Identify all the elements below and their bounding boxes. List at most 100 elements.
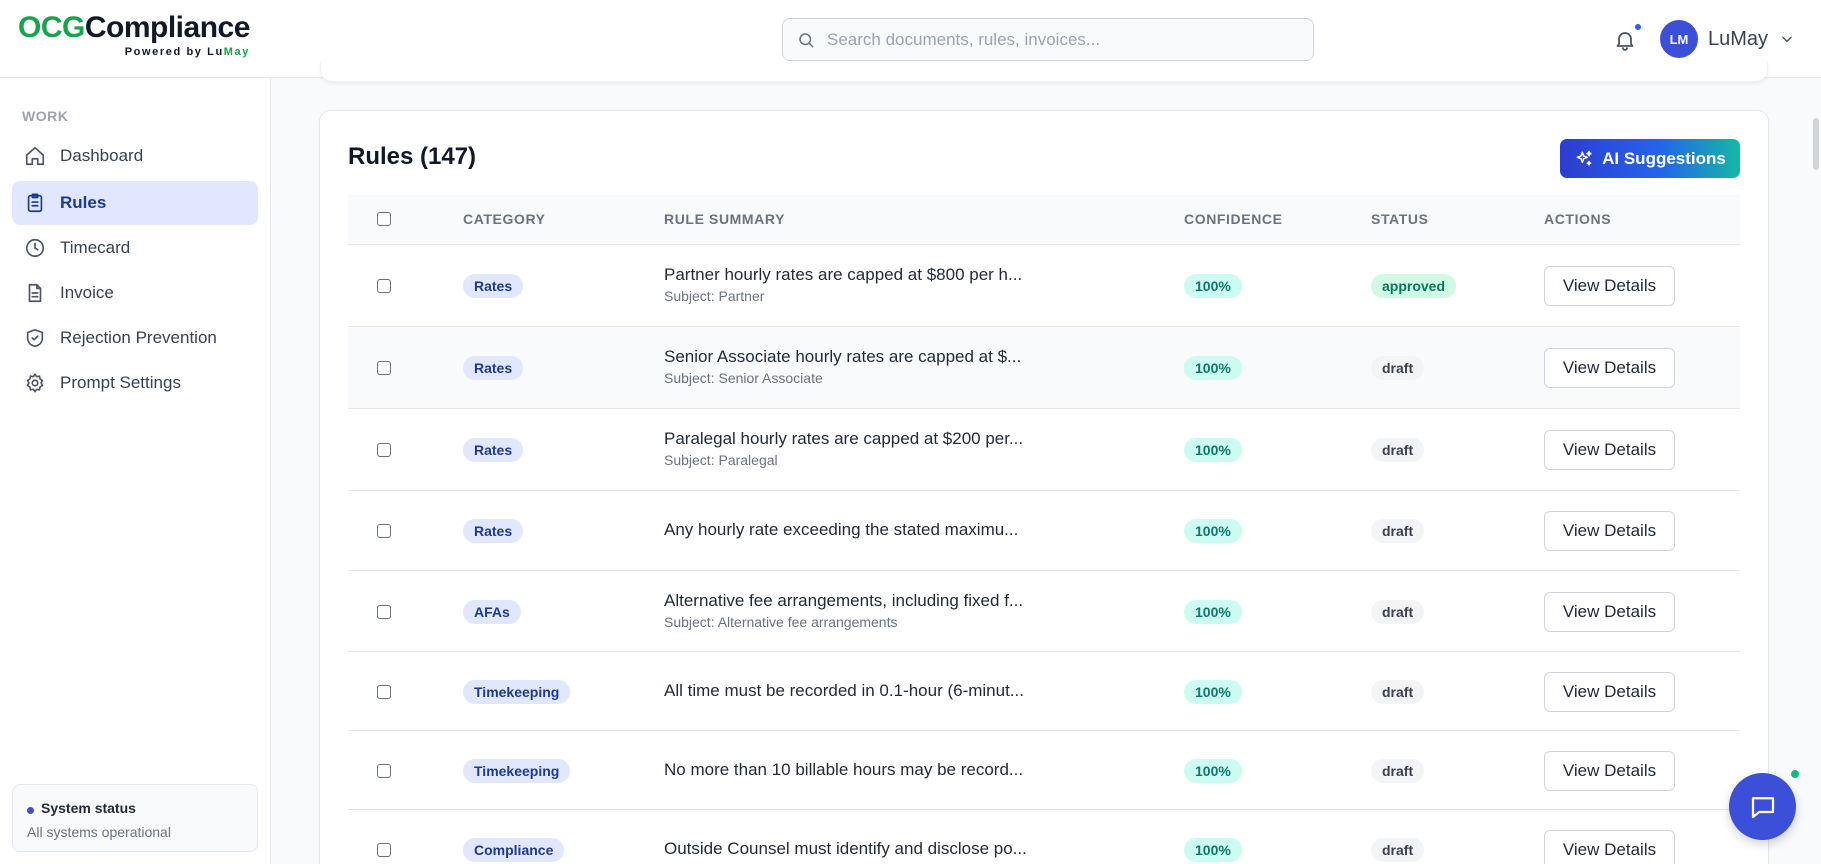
username[interactable]: LuMay bbox=[1708, 28, 1768, 51]
sidebar-item-label: Dashboard bbox=[60, 146, 144, 165]
sidebar: WORK Dashboard Rules Timecard Invoice Re… bbox=[0, 78, 271, 864]
view-details-button[interactable]: View Details bbox=[1544, 591, 1675, 632]
sidebar-item-label: Timecard bbox=[60, 238, 131, 257]
row-checkbox[interactable] bbox=[377, 843, 391, 857]
row-checkbox[interactable] bbox=[377, 443, 391, 457]
system-status-card: System status All systems operational bbox=[12, 784, 258, 852]
table-row[interactable]: Rates Paralegal hourly rates are capped a… bbox=[348, 409, 1740, 491]
column-header-status[interactable]: STATUS bbox=[1371, 211, 1429, 227]
status-badge: draft bbox=[1371, 519, 1425, 543]
rule-summary: All time must be recorded in 0.1-hour (6… bbox=[664, 681, 1084, 701]
table-row[interactable]: Compliance Outside Counsel must identify … bbox=[348, 810, 1740, 864]
shield-icon bbox=[26, 328, 44, 348]
rule-summary-text: Alternative fee arrangements, including … bbox=[664, 590, 1024, 610]
sidebar-item-label: Rules bbox=[60, 193, 107, 212]
sparkles-icon bbox=[1576, 150, 1592, 166]
row-checkbox[interactable] bbox=[377, 684, 391, 699]
rule-subject: Subject: Senior Associate bbox=[664, 370, 823, 386]
status-badge: draft bbox=[1371, 758, 1425, 783]
column-header-confidence[interactable]: CONFIDENCE bbox=[1184, 211, 1283, 227]
table-row[interactable]: Rates Senior Associate hourly rates are c… bbox=[348, 327, 1740, 409]
sidebar-item-label: Prompt Settings bbox=[60, 373, 181, 392]
row-checkbox[interactable] bbox=[377, 361, 391, 375]
ai-suggestions-label: AI Suggestions bbox=[1602, 148, 1726, 168]
rule-summary-text: Paralegal hourly rates are capped at $20… bbox=[664, 429, 1024, 448]
category-badge: AFAs bbox=[463, 599, 521, 624]
rule-subject: Subject: Partner bbox=[664, 288, 765, 304]
sidebar-item-label: Invoice bbox=[60, 283, 114, 302]
chevron-down-icon[interactable] bbox=[1780, 32, 1794, 46]
confidence-badge: 100% bbox=[1184, 438, 1242, 462]
rule-summary-text: Partner hourly rates are capped at $800 … bbox=[664, 265, 1023, 284]
rule-summary: Paralegal hourly rates are capped at $20… bbox=[664, 429, 1084, 468]
column-header-actions: ACTIONS bbox=[1544, 211, 1612, 227]
rule-summary-text: Any hourly rate exceeding the stated max… bbox=[664, 520, 1019, 539]
confidence-badge: 100% bbox=[1184, 679, 1242, 704]
ai-suggestions-button[interactable]: AI Suggestions bbox=[1560, 139, 1740, 178]
view-details-button[interactable]: View Details bbox=[1544, 830, 1675, 864]
view-details-button[interactable]: View Details bbox=[1544, 750, 1675, 791]
table-row[interactable]: Rates Partner hourly rates are capped at … bbox=[348, 245, 1740, 327]
status-title: System status bbox=[41, 800, 136, 816]
logo-powered-brand: May bbox=[223, 46, 250, 58]
row-checkbox[interactable] bbox=[377, 763, 391, 778]
confidence-badge: 100% bbox=[1184, 599, 1242, 624]
view-details-button[interactable]: View Details bbox=[1544, 348, 1675, 388]
avatar[interactable]: LM bbox=[1660, 20, 1698, 58]
category-badge: Timekeeping bbox=[463, 758, 571, 783]
rule-summary-text: All time must be recorded in 0.1-hour (6… bbox=[664, 680, 1024, 700]
row-checkbox[interactable] bbox=[377, 604, 391, 619]
rule-summary: Partner hourly rates are capped at $800 … bbox=[664, 265, 1084, 304]
table-row[interactable]: Rates Any hourly rate exceeding the state… bbox=[348, 491, 1740, 571]
rule-summary: Senior Associate hourly rates are capped… bbox=[664, 347, 1084, 386]
status-badge: draft bbox=[1371, 438, 1425, 462]
clipboard-icon bbox=[27, 193, 43, 213]
sidebar-item-rejection-prevention[interactable]: Rejection Prevention bbox=[12, 316, 258, 360]
sidebar-item-rules[interactable]: Rules bbox=[12, 181, 258, 225]
status-badge: draft bbox=[1371, 356, 1425, 380]
confidence-badge: 100% bbox=[1184, 758, 1242, 783]
category-badge: Rates bbox=[463, 519, 524, 543]
category-badge: Rates bbox=[463, 356, 524, 380]
app-logo[interactable]: OCGCompliance Powered by LuMay bbox=[18, 11, 253, 59]
rule-summary: Alternative fee arrangements, including … bbox=[664, 591, 1084, 630]
table-header: CATEGORY RULE SUMMARY CONFIDENCE STATUS … bbox=[348, 195, 1740, 245]
view-details-button[interactable]: View Details bbox=[1544, 511, 1675, 551]
search-input[interactable] bbox=[827, 29, 1297, 50]
scrollbar-thumb[interactable] bbox=[1813, 118, 1819, 170]
table-row[interactable]: AFAs Alternative fee arrangements, includ… bbox=[348, 571, 1740, 652]
rule-summary: No more than 10 billable hours may be re… bbox=[664, 760, 1084, 780]
status-badge: approved bbox=[1371, 274, 1457, 298]
category-badge: Timekeeping bbox=[463, 679, 571, 704]
notification-bell-icon[interactable] bbox=[1613, 27, 1637, 53]
status-text: All systems operational bbox=[27, 824, 171, 840]
sidebar-item-dashboard[interactable]: Dashboard bbox=[12, 134, 258, 178]
column-header-rule-summary[interactable]: RULE SUMMARY bbox=[664, 211, 785, 227]
view-details-button[interactable]: View Details bbox=[1544, 671, 1675, 712]
sidebar-item-prompt-settings[interactable]: Prompt Settings bbox=[12, 361, 258, 405]
status-badge: draft bbox=[1371, 838, 1425, 862]
home-icon bbox=[25, 146, 45, 166]
table-row[interactable]: Timekeeping All time must be recorded in … bbox=[348, 652, 1740, 731]
sidebar-item-timecard[interactable]: Timecard bbox=[12, 226, 258, 270]
clock-icon bbox=[25, 238, 45, 258]
rule-summary: Any hourly rate exceeding the stated max… bbox=[664, 520, 1084, 540]
select-all-checkbox[interactable] bbox=[377, 212, 391, 226]
view-details-button[interactable]: View Details bbox=[1544, 266, 1675, 306]
chat-button[interactable] bbox=[1729, 773, 1796, 840]
view-details-button[interactable]: View Details bbox=[1544, 430, 1675, 470]
row-checkbox[interactable] bbox=[377, 279, 391, 293]
sidebar-item-invoice[interactable]: Invoice bbox=[12, 271, 258, 315]
logo-compliance: Compliance bbox=[84, 11, 251, 44]
rule-subject: Subject: Paralegal bbox=[664, 452, 778, 468]
status-dot bbox=[27, 807, 34, 814]
table-row[interactable]: Timekeeping No more than 10 billable hour… bbox=[348, 731, 1740, 810]
category-badge: Compliance bbox=[463, 838, 565, 862]
row-checkbox[interactable] bbox=[377, 524, 391, 538]
search-bar[interactable] bbox=[782, 18, 1314, 61]
logo-powered-by: Powered by Lu bbox=[124, 46, 224, 58]
column-header-category[interactable]: CATEGORY bbox=[463, 211, 546, 227]
confidence-badge: 100% bbox=[1184, 356, 1242, 380]
rule-summary-text: Senior Associate hourly rates are capped… bbox=[664, 347, 1022, 366]
rules-card: Rules (147) AI Suggestions CATEGORY RULE… bbox=[319, 110, 1769, 864]
